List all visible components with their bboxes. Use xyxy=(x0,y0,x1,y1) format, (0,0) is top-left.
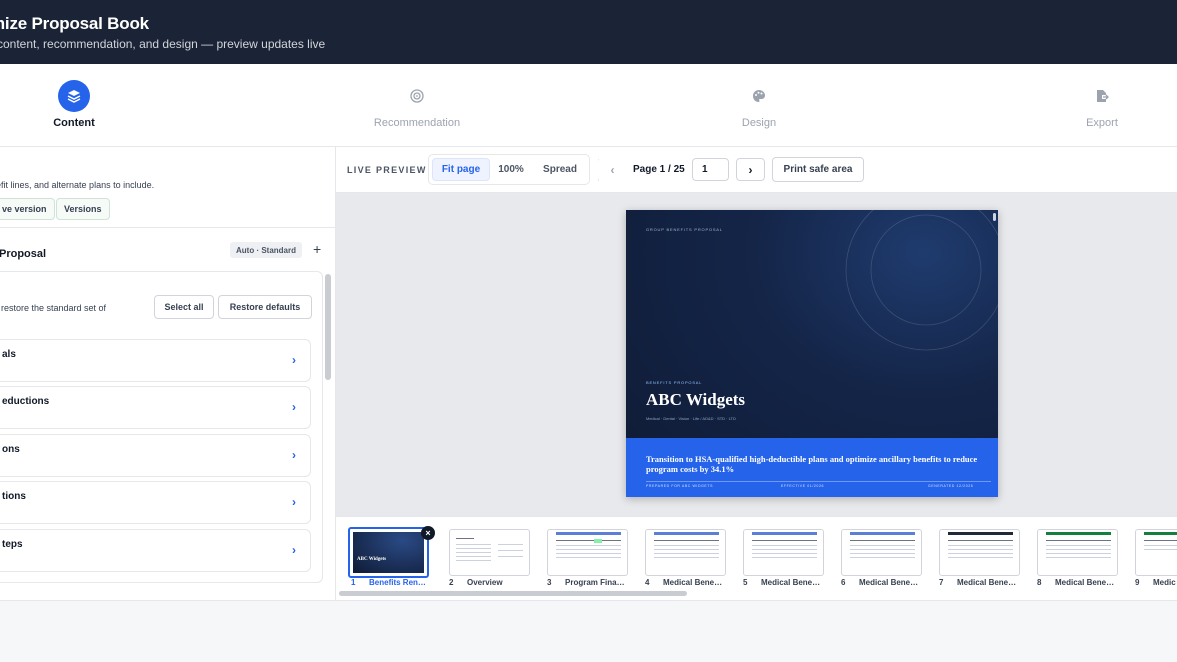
live-preview-label: LIVE PREVIEW xyxy=(347,165,427,175)
save-version-button[interactable]: ve version xyxy=(0,198,55,220)
thumbnail-label: 3 Program Fina… xyxy=(547,578,625,587)
chevron-right-icon: › xyxy=(292,400,296,414)
thumbnail-label: 7 Medical Bene… xyxy=(939,578,1017,587)
layers-icon xyxy=(58,80,90,112)
step-label: Design xyxy=(741,117,777,129)
page-thumbnail-strip: ABC Widgets xyxy=(336,516,1177,600)
page-subtitle: content, recommendation, and design — pr… xyxy=(0,37,326,51)
page-thumbnail[interactable]: ABC Widgets xyxy=(348,527,429,578)
target-icon xyxy=(401,80,433,112)
thumbnail-label: 1 Benefits Ren… xyxy=(351,578,426,587)
section-title: Proposal xyxy=(0,248,47,260)
zoom-mode-toggle: Fit page 100% Spread xyxy=(428,154,590,185)
page-scrollbar[interactable] xyxy=(993,213,996,221)
select-all-button[interactable]: Select all xyxy=(154,295,214,319)
page-indicator: Page 1 / 25 xyxy=(633,164,685,175)
step-design[interactable]: Design xyxy=(679,64,839,147)
section-item-label: tions xyxy=(2,491,26,502)
cover-company-name: ABC Widgets xyxy=(646,390,746,409)
step-label: Content xyxy=(53,117,95,129)
page-thumbnail[interactable] xyxy=(939,529,1020,576)
divider xyxy=(0,227,335,228)
thumbnail-scrollbar[interactable] xyxy=(339,591,687,596)
thumbnail-label: 2 Overview xyxy=(449,578,503,587)
section-item[interactable]: ons › xyxy=(0,434,311,477)
thumbnail-label: 8 Medical Bene… xyxy=(1037,578,1115,587)
chevron-right-icon: › xyxy=(292,543,296,557)
cover-kicker: GROUP BENEFITS PROPOSAL xyxy=(646,227,723,232)
page-thumbnail[interactable] xyxy=(645,529,726,576)
section-item[interactable]: teps › xyxy=(0,529,311,572)
cover-eyebrow: BENEFITS PROPOSAL xyxy=(646,380,703,385)
footer-bar xyxy=(0,600,1177,662)
page-thumbnail[interactable] xyxy=(449,529,530,576)
step-label: Recommendation xyxy=(373,117,461,129)
cover-recommendation: Transition to HSA-qualified high-deducti… xyxy=(646,454,978,474)
remove-page-icon[interactable]: × xyxy=(421,526,435,540)
step-export[interactable]: Export xyxy=(1022,64,1177,147)
zoom-100-button[interactable]: 100% xyxy=(491,158,531,181)
cover-footer-effective: EFFECTIVE 01/2026 xyxy=(781,484,825,488)
section-item[interactable]: eductions › xyxy=(0,386,311,429)
fit-page-button[interactable]: Fit page xyxy=(432,158,490,181)
sections-list: restore the standard set of Select all R… xyxy=(0,271,323,583)
panel-description: efit lines, and alternate plans to inclu… xyxy=(0,180,155,190)
spread-button[interactable]: Spread xyxy=(533,158,587,181)
step-recommendation[interactable]: Recommendation xyxy=(337,64,497,147)
prev-page-button[interactable]: ‹ xyxy=(598,158,627,181)
cover-recommendation-band: Transition to HSA-qualified high-deducti… xyxy=(626,438,998,497)
page-thumbnail[interactable] xyxy=(1135,529,1177,576)
chevron-right-icon: › xyxy=(292,495,296,509)
page-title: mize Proposal Book xyxy=(0,14,149,33)
chevron-right-icon: › xyxy=(292,353,296,367)
content-panel: efit lines, and alternate plans to inclu… xyxy=(0,147,336,600)
cover-footer-prepared: PREPARED FOR ABC WIDGETS xyxy=(646,484,714,488)
thumbnail-cover: ABC Widgets xyxy=(353,532,424,573)
template-badge[interactable]: Auto · Standard xyxy=(230,242,302,258)
wizard-stepper: Content Recommendation Design Export xyxy=(0,64,1177,147)
section-item[interactable]: als › xyxy=(0,339,311,382)
thumbnail-label: 5 Medical Bene… xyxy=(743,578,821,587)
versions-button[interactable]: Versions xyxy=(56,198,110,220)
thumbnail-label: 6 Medical Bene… xyxy=(841,578,919,587)
thumbnail-label: 9 Medic xyxy=(1135,578,1176,587)
step-label: Export xyxy=(1086,117,1118,129)
next-page-button[interactable]: › xyxy=(736,158,765,181)
print-safe-area-button[interactable]: Print safe area xyxy=(772,157,864,182)
page-thumbnail[interactable] xyxy=(841,529,922,576)
page-thumbnail[interactable] xyxy=(1037,529,1118,576)
section-item-label: ons xyxy=(2,444,20,455)
app-header: mize Proposal Book content, recommendati… xyxy=(0,0,1177,64)
preview-toolbar: LIVE PREVIEW Fit page 100% Spread ‹ Page… xyxy=(336,147,1177,193)
chevron-right-icon: › xyxy=(292,448,296,462)
page-number-input[interactable]: 1 xyxy=(692,158,729,181)
page-thumbnail[interactable] xyxy=(547,529,628,576)
divider xyxy=(646,481,991,482)
preview-canvas: GROUP BENEFITS PROPOSAL BENEFITS PROPOSA… xyxy=(336,193,1177,516)
page-thumbnail[interactable] xyxy=(743,529,824,576)
palette-icon xyxy=(743,80,775,112)
thumbnail-label: 4 Medical Bene… xyxy=(645,578,723,587)
add-section-button[interactable]: + xyxy=(313,241,321,257)
preview-page[interactable]: GROUP BENEFITS PROPOSAL BENEFITS PROPOSA… xyxy=(626,210,998,497)
section-item-label: als xyxy=(2,349,16,360)
section-item-label: teps xyxy=(2,539,23,550)
file-export-icon xyxy=(1086,80,1118,112)
restore-hint: restore the standard set of xyxy=(1,303,107,313)
step-content[interactable]: Content xyxy=(0,64,154,147)
cover-lines-of-coverage: Medical · Dental · Vision · Life / AD&D … xyxy=(646,416,736,421)
cover-footer-generated: GENERATED 12/2025 xyxy=(928,484,974,488)
section-item[interactable]: tions › xyxy=(0,481,311,524)
section-item-label: eductions xyxy=(2,396,50,407)
restore-defaults-button[interactable]: Restore defaults xyxy=(218,295,312,319)
sections-scrollbar[interactable] xyxy=(325,274,331,380)
